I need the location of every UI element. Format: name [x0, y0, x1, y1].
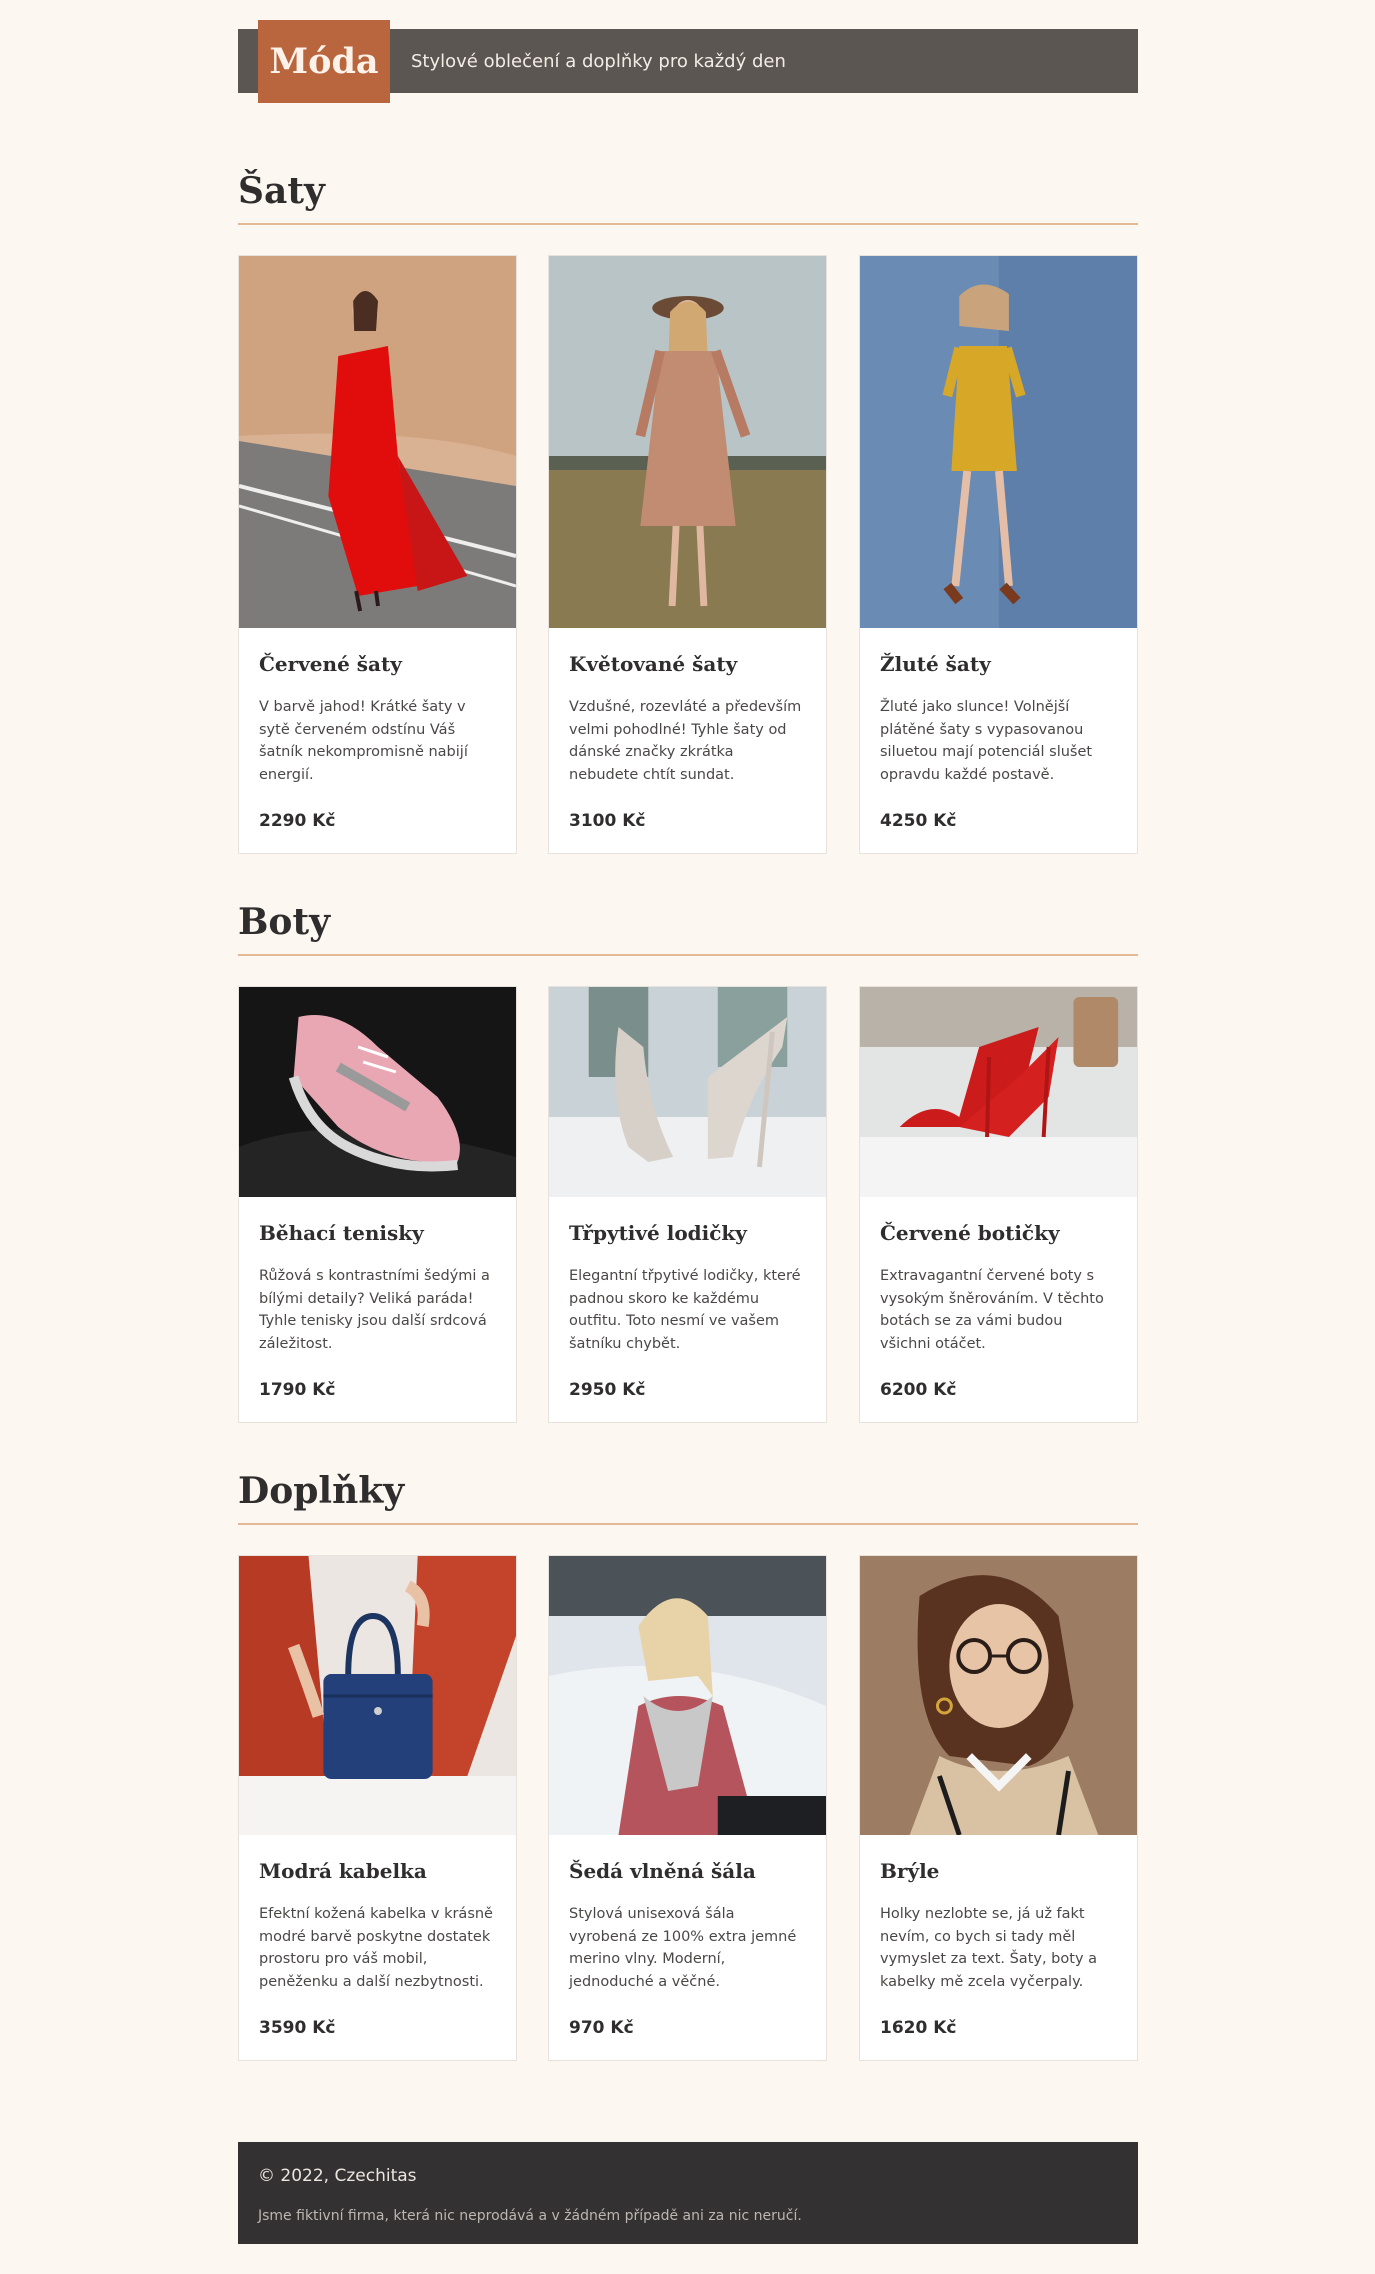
product-price: 1620 Kč [880, 2018, 957, 2038]
section-title-saty: Šaty [238, 170, 325, 212]
product-price: 3590 Kč [259, 2018, 336, 2038]
sneaker-photo [239, 987, 516, 1197]
product-description: Holky nezlobte se, já už fakt nevím, co … [880, 1906, 1098, 1990]
product-description: Žluté jako slunce! Volnější plátěné šaty… [880, 699, 1093, 783]
product-name[interactable]: Květované šaty [569, 652, 806, 676]
product-price: 4250 Kč [880, 811, 957, 831]
footer-copyright: © 2022, Czechitas [258, 2166, 417, 2186]
product-card[interactable]: Žluté šaty Žluté jako slunce! Volnější p… [859, 255, 1138, 854]
product-description: Efektní kožená kabelka v krásně modré ba… [259, 1906, 493, 1990]
product-description: Vzdušné, rozevláté a především velmi poh… [569, 699, 802, 783]
product-name[interactable]: Červené šaty [259, 652, 496, 676]
product-price: 3100 Kč [569, 811, 646, 831]
product-name[interactable]: Červené botičky [880, 1221, 1117, 1245]
product-price: 970 Kč [569, 2018, 634, 2038]
heels-photo [549, 987, 826, 1197]
red-shoes-photo [860, 987, 1137, 1197]
product-description: Růžová s kontrastními šedými a bílými de… [259, 1268, 490, 1352]
yellow-dress-photo [860, 256, 1137, 628]
red-dress-photo [239, 256, 516, 628]
scarf-photo [549, 1556, 826, 1835]
product-card[interactable]: Běhací tenisky Růžová s kontrastními šed… [238, 986, 517, 1423]
section-title-boty: Boty [238, 901, 330, 943]
product-card[interactable]: Brýle Holky nezlobte se, já už fakt neví… [859, 1555, 1138, 2061]
footer-note: Jsme fiktivní firma, která nic neprodává… [258, 2208, 802, 2224]
product-description: Elegantní třpytivé lodičky, které padnou… [569, 1268, 801, 1352]
product-description: Stylová unisexová šála vyrobená ze 100% … [569, 1906, 797, 1990]
product-name[interactable]: Žluté šaty [880, 652, 1117, 676]
product-card[interactable]: Třpytivé lodičky Elegantní třpytivé lodi… [548, 986, 827, 1423]
tagline: Stylové oblečení a doplňky pro každý den [411, 50, 786, 72]
product-price: 2290 Kč [259, 811, 336, 831]
floral-dress-photo [549, 256, 826, 628]
site-footer: © 2022, Czechitas Jsme fiktivní firma, k… [238, 2142, 1138, 2244]
product-card[interactable]: Červené šaty V barvě jahod! Krátké šaty … [238, 255, 517, 854]
product-card[interactable]: Květované šaty Vzdušné, rozevláté a před… [548, 255, 827, 854]
product-price: 6200 Kč [880, 1380, 957, 1400]
product-description: Extravagantní červené boty s vysokým šně… [880, 1268, 1104, 1352]
product-description: V barvě jahod! Krátké šaty v sytě červen… [259, 699, 468, 783]
product-card[interactable]: Modrá kabelka Efektní kožená kabelka v k… [238, 1555, 517, 2061]
handbag-photo [239, 1556, 516, 1835]
product-card[interactable]: Šedá vlněná šála Stylová unisexová šála … [548, 1555, 827, 2061]
product-name[interactable]: Šedá vlněná šála [569, 1859, 806, 1883]
glasses-photo [860, 1556, 1137, 1835]
section-divider [238, 1523, 1138, 1525]
product-name[interactable]: Třpytivé lodičky [569, 1221, 806, 1245]
logo[interactable]: Móda [258, 20, 390, 103]
product-name[interactable]: Modrá kabelka [259, 1859, 496, 1883]
section-divider [238, 954, 1138, 956]
product-name[interactable]: Běhací tenisky [259, 1221, 496, 1245]
site-header: Móda Stylové oblečení a doplňky pro každ… [238, 20, 1138, 103]
product-price: 2950 Kč [569, 1380, 646, 1400]
product-price: 1790 Kč [259, 1380, 336, 1400]
product-name[interactable]: Brýle [880, 1859, 1117, 1883]
section-divider [238, 223, 1138, 225]
product-card[interactable]: Červené botičky Extravagantní červené bo… [859, 986, 1138, 1423]
section-title-doplnky: Doplňky [238, 1470, 405, 1512]
